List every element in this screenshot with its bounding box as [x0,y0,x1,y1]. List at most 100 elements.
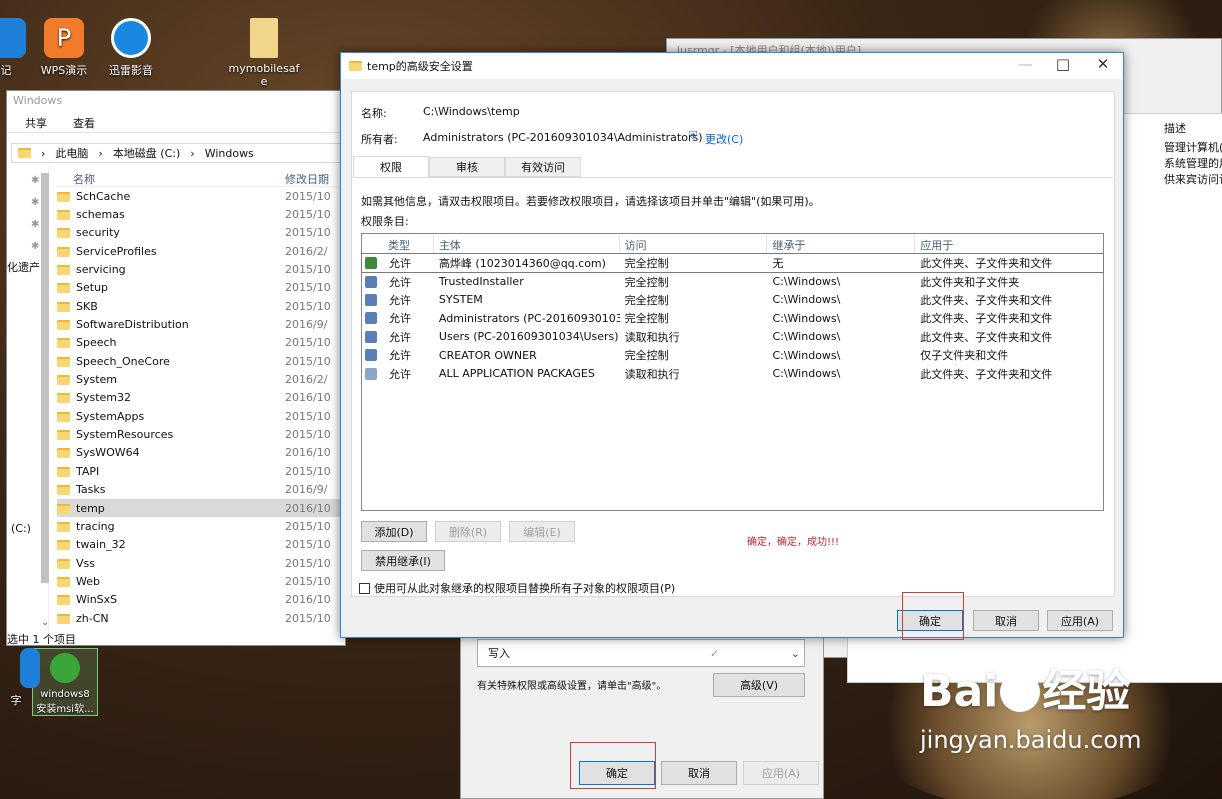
advanced-button[interactable]: 高级(V) [713,673,805,697]
folder-icon [57,430,70,441]
file-list-item[interactable]: SoftwareDistribution 2016/9/ [57,315,347,333]
column-date[interactable]: 修改日期 [285,171,329,186]
disable-inheritance-button[interactable]: 禁用继承(I) [361,550,445,571]
desktop-icon-xunlei[interactable]: 迅雷影音 [95,18,167,78]
file-list-item[interactable]: SystemApps 2015/10 [57,407,347,425]
permission-entry-row[interactable]: 允许 TrustedInstaller 完全控制 C:\Windows\ 此文件夹和子文… [362,272,1103,290]
chevron-down-icon[interactable]: ⌄ [791,647,800,660]
edit-button[interactable]: 编辑(E) [509,521,575,542]
entry-principal: Administrators (PC-20160930103... [438,311,620,325]
modified-date: 2015/10 [285,226,331,240]
entry-applies: 此文件夹、子文件夹和文件 [920,312,1053,326]
permission-list[interactable]: 写入 ✓ ⌄ [477,639,805,667]
file-list-item[interactable]: Web 2015/10 [57,572,347,590]
modified-date: 2015/10 [285,574,331,588]
col-inherited[interactable]: 继承于 [767,234,916,253]
minimize-icon[interactable]: — [1005,55,1045,73]
file-list-item[interactable]: twain_32 2015/10 [57,536,347,554]
explorer-title: Windows [13,94,63,107]
file-list-item[interactable]: temp 2016/10 [57,498,347,518]
file-list-item[interactable]: Tasks 2016/9/ [57,481,347,499]
permission-entry-row[interactable]: 允许 高烨峰 (1023014360@qq.com) 完全控制 无 此文件夹、子文件夹和… [361,252,1104,274]
permission-entry-row[interactable]: 允许 SYSTEM 完全控制 C:\Windows\ 此文件夹、子文件夹和文件 [362,291,1103,309]
permission-entry-row[interactable]: 允许 ALL APPLICATION PACKAGES 读取和执行 C:\Window… [362,364,1103,382]
change-owner-link[interactable]: 更改(C) [705,131,743,147]
nav-item-label[interactable]: 化遗产 [7,259,40,275]
folder-name-text: Vss [76,556,95,570]
file-name: TAPI [57,465,285,478]
permission-entry-row[interactable]: 允许 Administrators (PC-20160930103... 完全控制 C… [362,309,1103,327]
modified-date: 2015/10 [285,299,331,313]
file-name: Web [57,575,285,588]
file-list-item[interactable]: Speech 2015/10 [57,334,347,352]
file-list-item[interactable]: ServiceProfiles 2016/2/ [57,242,347,260]
file-list-item[interactable]: SysWOW64 2016/10 [57,444,347,462]
file-list-item[interactable]: Setup 2015/10 [57,279,347,297]
dialog-titlebar: temp的高级安全设置 — □ ✕ [341,53,1123,79]
ribbon-tab-share[interactable]: 共享 [25,115,47,130]
breadcrumb-this-pc[interactable]: 此电脑 [55,145,88,161]
tab-permissions[interactable]: 权限 [353,156,429,178]
ie-installer-icon [50,653,80,683]
column-name[interactable]: 名称 [57,171,285,186]
file-list-item[interactable]: tracing 2015/10 [57,517,347,535]
file-list-item[interactable]: WinSxS 2016/10 [57,591,347,609]
status-bar: 选中 1 个项目 [7,633,76,646]
file-list-item[interactable]: SystemResources 2015/10 [57,425,347,443]
file-list-item[interactable]: schemas 2015/10 [57,205,347,223]
checkbox[interactable] [359,582,370,594]
desktop-icon-wps[interactable]: P WPS演示 [28,18,100,78]
file-list-item[interactable]: zh-CN 2015/10 [57,609,347,627]
sub-cancel-button[interactable]: 取消 [661,761,737,785]
modified-date: 2016/2/ [285,373,328,387]
tab-effective-access[interactable]: 有效访问 [505,157,581,177]
folder-icon [57,283,70,294]
permission-entry-row[interactable]: 允许 CREATOR OWNER 完全控制 C:\Windows\ 仅子文件夹和文件 [362,346,1103,364]
desktop-icon-text[interactable]: 字 [0,648,42,708]
file-list: 名称 修改日期 SchCache 2015/10 schemas 2015/10 sec… [57,167,347,627]
sub-apply-button[interactable]: 应用(A) [743,761,819,785]
file-list-item[interactable]: System 2016/2/ [57,370,347,388]
file-list-item[interactable]: TAPI 2015/10 [57,462,347,480]
entry-type: 允许 [388,293,411,307]
col-principal[interactable]: 主体 [434,234,620,253]
close-icon[interactable]: ✕ [1083,55,1123,73]
folder-name-text: TAPI [76,464,100,478]
col-access[interactable]: 访问 [620,234,768,253]
file-list-item[interactable]: security 2015/10 [57,224,347,242]
nav-item-drive[interactable]: (C:) [11,522,31,535]
explorer-ribbon: 共享 查看 [7,111,345,133]
owner-value: Administrators (PC-201609301034\Administ… [423,131,703,144]
file-list-item[interactable]: Vss 2015/10 [57,554,347,572]
chevron-down-icon[interactable]: ⌄ [41,617,49,628]
modified-date: 2015/10 [285,336,331,350]
breadcrumb-drive[interactable]: 本地磁盘 (C:) [113,145,180,161]
breadcrumb-windows[interactable]: Windows [205,147,254,160]
file-list-item[interactable]: servicing 2015/10 [57,260,347,278]
maximize-icon[interactable]: □ [1043,55,1083,73]
remove-button[interactable]: 删除(R) [435,521,501,542]
col-applies[interactable]: 应用于 [915,234,1103,253]
apply-button[interactable]: 应用(A) [1047,610,1113,631]
nav-scrollbar[interactable] [41,173,49,583]
permission-entry-row[interactable]: 允许 Users (PC-201609301034\Users) 读取和执行 C:\W… [362,328,1103,346]
address-bar[interactable]: › 此电脑 › 本地磁盘 (C:) › Windows [11,143,347,163]
file-name: SchCache [57,190,285,203]
folder-icon [57,191,70,202]
cancel-button[interactable]: 取消 [973,610,1039,631]
desktop-icon-mymobilesafe[interactable]: mymobilesafe [228,18,300,88]
file-list-item[interactable]: SKB 2015/10 [57,297,347,315]
entry-applies: 此文件夹、子文件夹和文件 [920,367,1053,381]
file-name: SystemResources [57,428,285,441]
file-list-item[interactable]: Speech_OneCore 2015/10 [57,352,347,370]
ribbon-tab-view[interactable]: 查看 [73,115,95,130]
tab-auditing[interactable]: 审核 [429,157,505,177]
file-list-item[interactable]: SchCache 2015/10 [57,187,347,205]
folder-icon [57,320,70,331]
entry-access: 完全控制 [624,293,669,307]
replace-child-permissions[interactable]: 使用可从此对象继承的权限项目替换所有子对象的权限项目(P) [359,580,675,596]
add-button[interactable]: 添加(D) [361,521,427,542]
folder-name-text: WinSxS [76,593,118,607]
file-list-item[interactable]: System32 2016/10 [57,389,347,407]
col-type[interactable]: 类型 [362,234,434,253]
